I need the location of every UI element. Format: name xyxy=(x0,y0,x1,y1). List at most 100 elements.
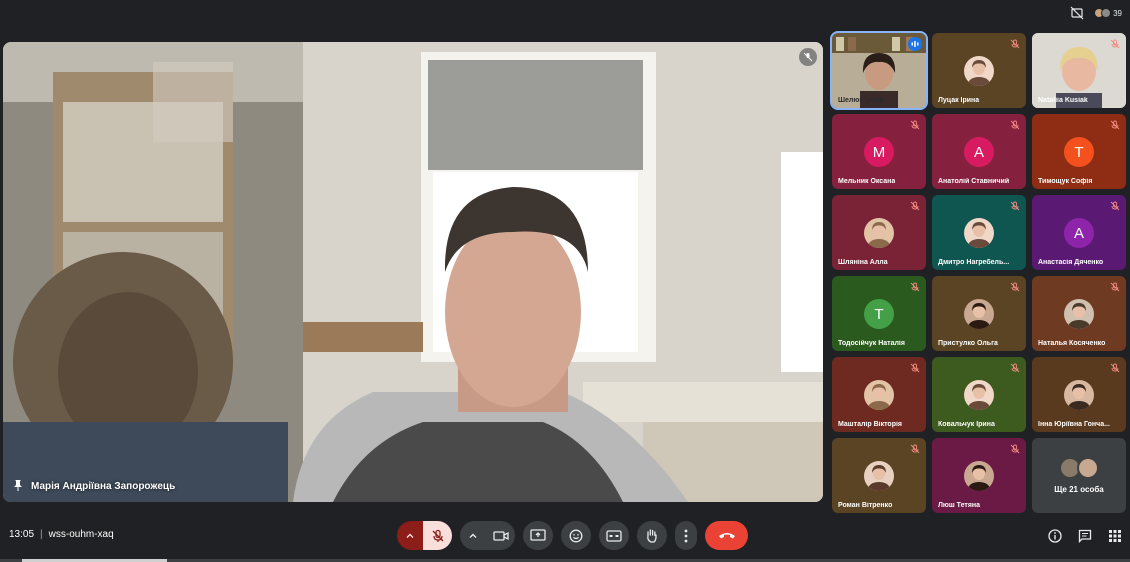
apps-grid-icon xyxy=(1109,530,1121,542)
chat-button[interactable] xyxy=(1077,528,1093,544)
participant-name: Ковальчук Ірина xyxy=(938,421,995,428)
participant-name: Люш Тетяна xyxy=(938,502,981,509)
audio-controls xyxy=(397,521,452,550)
participant-tile[interactable]: M Мельник Оксана xyxy=(832,114,926,189)
participant-tile[interactable]: Луцак Ірина xyxy=(932,33,1026,108)
meeting-code[interactable]: wss-ouhm-xaq xyxy=(49,529,114,540)
side-panel-buttons xyxy=(1047,528,1123,544)
captions-icon xyxy=(606,529,622,542)
main-video-tile[interactable]: Марія Андріївна Запорожець xyxy=(3,42,823,502)
call-controls xyxy=(397,521,748,550)
present-icon xyxy=(530,528,546,541)
meeting-details: 13:05 | wss-ouhm-xaq xyxy=(9,529,114,540)
more-vert-icon xyxy=(684,529,688,542)
raise-hand-button[interactable] xyxy=(637,521,667,550)
mic-muted-icon xyxy=(1008,442,1022,456)
leave-call-button[interactable] xyxy=(705,521,748,550)
video-controls xyxy=(460,521,515,550)
participant-name: Nataliia Kusiak xyxy=(1038,97,1088,104)
participant-avatar xyxy=(1064,380,1094,410)
participant-tile[interactable]: Наталья Косяченко xyxy=(1032,276,1126,351)
main-speaker-label: Марія Андріївна Запорожець xyxy=(13,479,175,494)
no-camera-icon[interactable] xyxy=(1068,4,1086,22)
participant-name: Шелюк Ірина xyxy=(838,97,884,104)
separator: | xyxy=(40,529,43,540)
emoji-icon xyxy=(569,529,583,542)
participant-avatar xyxy=(864,380,894,410)
participant-name: Тимощук Софія xyxy=(1038,178,1093,185)
mic-off-icon xyxy=(432,529,443,542)
participant-name: Анастасія Дяченко xyxy=(1038,259,1104,266)
camera-toggle-button[interactable] xyxy=(486,521,515,550)
participant-name: Наталья Косяченко xyxy=(1038,340,1106,347)
participant-avatar xyxy=(864,218,894,248)
more-options-button[interactable] xyxy=(675,521,697,550)
participant-name: Роман Вітренко xyxy=(838,502,893,509)
participant-name: Машталір Вікторія xyxy=(838,421,902,428)
participant-tile[interactable]: T Тодосійчук Наталія xyxy=(832,276,926,351)
main-speaker-name: Марія Андріївна Запорожець xyxy=(31,481,176,492)
meeting-time: 13:05 xyxy=(9,529,35,540)
mic-muted-icon xyxy=(1108,37,1122,51)
participant-tile[interactable]: Nataliia Kusiak xyxy=(1032,33,1126,108)
participant-tile[interactable]: Люш Тетяна xyxy=(932,438,1026,513)
participant-name: Тодосійчук Наталія xyxy=(838,340,905,347)
participant-grid: Шелюк Ірина Луцак Ірина Nataliia Kusiak M Ме… xyxy=(830,31,1128,513)
camera-icon xyxy=(492,530,509,541)
meeting-details-button[interactable] xyxy=(1047,528,1063,544)
chevron-up-icon xyxy=(406,533,414,538)
participant-avatar: A xyxy=(964,137,994,167)
participant-avatar xyxy=(964,218,994,248)
people-icon xyxy=(1094,8,1112,18)
participant-name: Інна Юріївна Гонча... xyxy=(1038,421,1110,428)
more-participants-tile[interactable]: Ще 21 особа xyxy=(1032,438,1126,513)
more-participants-avatars xyxy=(1059,457,1099,479)
mic-muted-icon xyxy=(908,361,922,375)
mic-muted-icon xyxy=(1108,361,1122,375)
mic-muted-icon xyxy=(1108,280,1122,294)
hang-up-icon xyxy=(718,532,735,538)
participant-tile[interactable]: Ковальчук Ірина xyxy=(932,357,1026,432)
mic-muted-icon xyxy=(1108,199,1122,213)
participant-avatar: T xyxy=(1064,137,1094,167)
participant-tile[interactable]: T Тимощук Софія xyxy=(1032,114,1126,189)
participant-tile[interactable]: Машталір Вікторія xyxy=(832,357,926,432)
participant-avatar xyxy=(1064,299,1094,329)
participant-tile[interactable]: Пристулко Ольга xyxy=(932,276,1026,351)
participant-name: Луцак Ірина xyxy=(938,97,980,104)
mic-muted-icon xyxy=(1008,280,1022,294)
more-participants-label: Ще 21 особа xyxy=(1054,485,1104,494)
participant-name: Шляніна Алла xyxy=(838,259,888,266)
mic-muted-indicator xyxy=(799,48,817,66)
participant-tile[interactable]: A Анастасія Дяченко xyxy=(1032,195,1126,270)
participant-name: Дмитро Нагребель... xyxy=(938,259,1010,266)
captions-button[interactable] xyxy=(599,521,629,550)
participant-tile[interactable]: Роман Вітренко xyxy=(832,438,926,513)
participant-tile[interactable]: Шляніна Алла xyxy=(832,195,926,270)
participant-tile[interactable]: A Анатолій Ставничий xyxy=(932,114,1026,189)
mic-muted-icon xyxy=(1008,199,1022,213)
info-icon xyxy=(1048,529,1062,543)
participant-tile[interactable]: Шелюк Ірина xyxy=(830,31,928,110)
participant-count: 39 xyxy=(1113,8,1122,18)
top-status: 39 xyxy=(1068,3,1122,23)
participant-name: Мельник Оксана xyxy=(838,178,896,185)
video-options-button[interactable] xyxy=(460,521,486,550)
participant-avatar: A xyxy=(1064,218,1094,248)
participant-avatar xyxy=(964,299,994,329)
audio-options-button[interactable] xyxy=(397,521,423,550)
pin-icon[interactable] xyxy=(13,479,23,494)
mic-muted-icon xyxy=(908,280,922,294)
participant-avatar xyxy=(864,461,894,491)
mic-muted-icon xyxy=(1108,118,1122,132)
participant-avatar: M xyxy=(864,137,894,167)
present-screen-button[interactable] xyxy=(523,521,553,550)
mic-toggle-button[interactable] xyxy=(423,521,452,550)
reactions-button[interactable] xyxy=(561,521,591,550)
main-video-feed xyxy=(3,42,823,502)
bottom-control-bar: 13:05 | wss-ouhm-xaq xyxy=(0,512,1130,558)
activities-button[interactable] xyxy=(1107,528,1123,544)
participant-count-button[interactable]: 39 xyxy=(1094,8,1122,18)
participant-tile[interactable]: Інна Юріївна Гонча... xyxy=(1032,357,1126,432)
participant-tile[interactable]: Дмитро Нагребель... xyxy=(932,195,1026,270)
